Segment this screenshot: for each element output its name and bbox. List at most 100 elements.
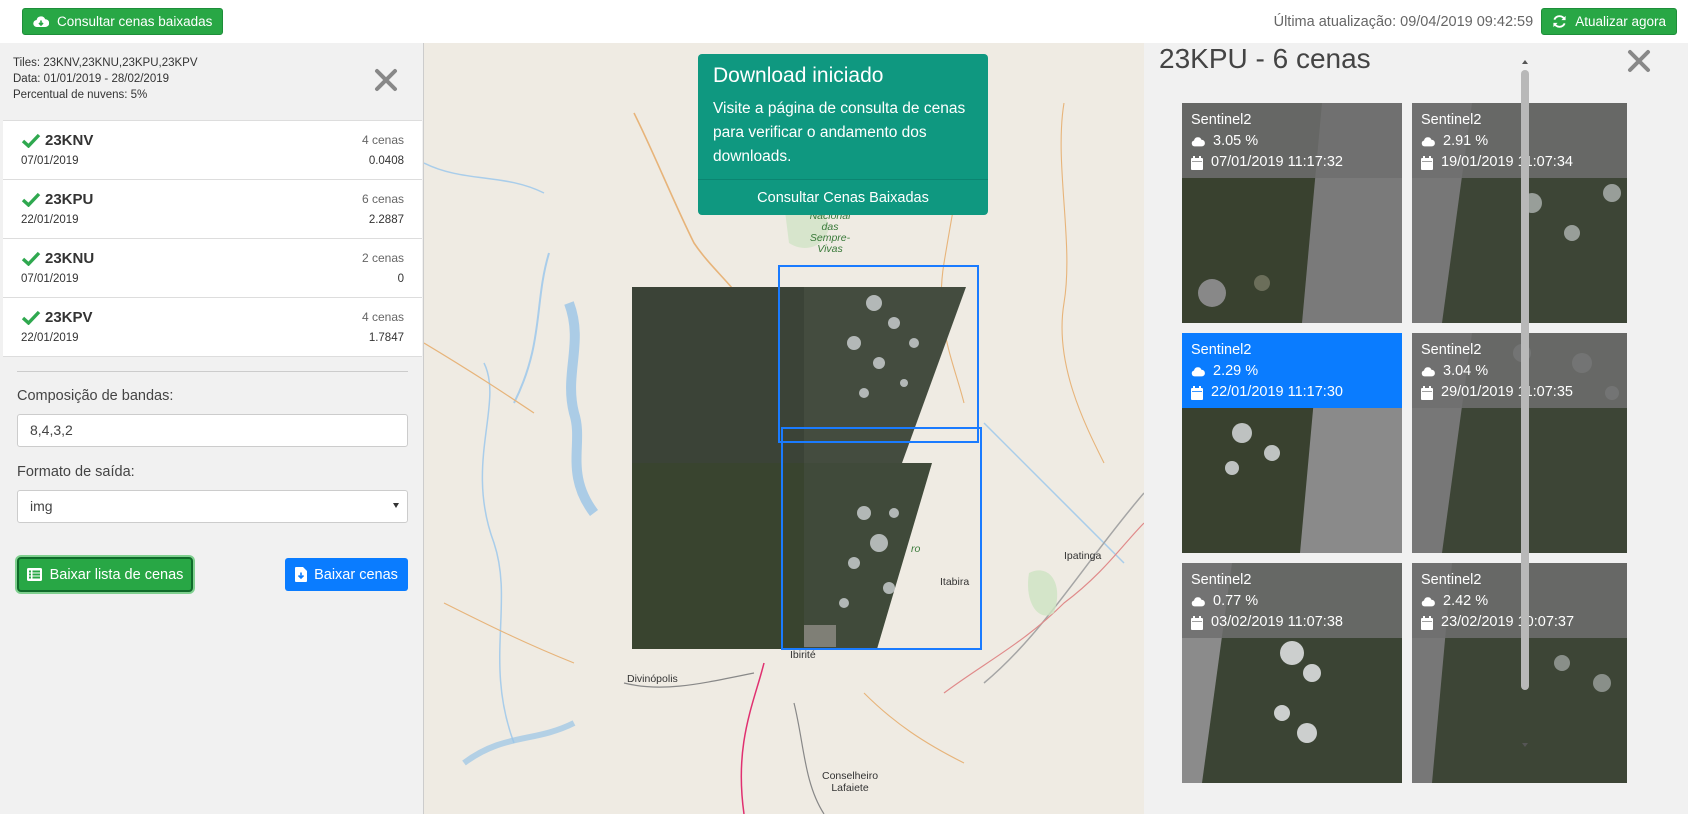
- filter-date: Data: 01/01/2019 - 28/02/2019: [13, 73, 170, 85]
- left-panel: Tiles: 23KNV,23KNU,23KPU,23KPV Data: 01/…: [0, 43, 424, 814]
- divider: [17, 371, 408, 372]
- tile-scene-count: 4 cenas: [361, 133, 404, 147]
- toast-title: Download iniciado: [713, 64, 884, 87]
- tile-item-23knv[interactable]: 23KNV 07/01/2019 4 cenas 0.0408: [3, 121, 422, 180]
- tile-scene-count: 4 cenas: [361, 310, 404, 324]
- cloud-icon: [1421, 366, 1435, 376]
- calendar-icon: [1191, 385, 1203, 400]
- scene-card[interactable]: Sentinel2 3.05 % 07/01/2019 11:17:32: [1182, 103, 1402, 323]
- park-label-line3: Vivas: [817, 243, 843, 255]
- close-icon[interactable]: [372, 66, 400, 94]
- bands-value: 8,4,3,2: [30, 422, 73, 438]
- cloud-icon: [1191, 366, 1205, 376]
- scene-cloud: 2.42 %: [1443, 593, 1489, 609]
- check-icon: [21, 192, 41, 207]
- tile-list: 23KNV 07/01/2019 4 cenas 0.0408 23KPU 22…: [3, 121, 422, 357]
- bands-label: Composição de bandas:: [17, 388, 174, 404]
- tile-value: 0: [397, 273, 404, 285]
- scene-datetime: 19/01/2019 11:07:34: [1441, 154, 1573, 170]
- cloud-icon: [1421, 136, 1435, 146]
- city-label-ipatinga: Ipatinga: [1064, 550, 1102, 562]
- filter-clouds: Percentual de nuvens: 5%: [13, 89, 148, 101]
- caret-down-icon: [393, 503, 399, 508]
- scene-datetime: 23/02/2019 10:07:37: [1441, 614, 1575, 630]
- calendar-icon: [1421, 615, 1433, 630]
- calendar-icon: [1191, 615, 1203, 630]
- filter-tiles: Tiles: 23KNV,23KNU,23KPU,23KPV: [13, 57, 198, 69]
- download-scenes-label: Baixar cenas: [314, 566, 398, 583]
- city-label-divinopolis: Divinópolis: [627, 673, 678, 685]
- tile-item-23kpv[interactable]: 23KPV 22/01/2019 4 cenas 1.7847: [3, 298, 422, 357]
- tile-value: 0.0408: [368, 155, 404, 167]
- scene-datetime: 03/02/2019 11:07:38: [1211, 614, 1343, 630]
- scene-cloud: 0.77 %: [1213, 593, 1259, 609]
- tile-name: 23KPU: [45, 191, 94, 208]
- format-value: img: [30, 498, 53, 514]
- scene-datetime: 29/01/2019 11:07:35: [1441, 384, 1573, 400]
- tile-name: 23KPV: [45, 309, 93, 326]
- downloaded-scenes-button[interactable]: Consultar cenas baixadas: [22, 8, 224, 35]
- refresh-button[interactable]: Atualizar agora: [1541, 8, 1677, 35]
- scene-satellite: Sentinel2: [1191, 342, 1252, 358]
- toast-body: Visite a página de consulta de cenas par…: [713, 100, 966, 165]
- city-label-itabira: Itabira: [940, 576, 970, 588]
- scene-satellite: Sentinel2: [1191, 572, 1252, 588]
- download-scenes-button[interactable]: Baixar cenas: [285, 558, 408, 591]
- city-label-conselheiro: Conselheiro: [822, 770, 879, 782]
- check-icon: [21, 251, 41, 266]
- refresh-label: Atualizar agora: [1575, 14, 1666, 29]
- cloud-icon: [1421, 596, 1435, 606]
- check-icon: [21, 133, 41, 148]
- format-select[interactable]: img: [17, 490, 408, 523]
- scene-cloud: 2.91 %: [1443, 133, 1489, 149]
- refresh-icon: [1553, 15, 1566, 28]
- tile-value: 1.7847: [368, 332, 404, 344]
- check-icon: [21, 310, 41, 325]
- calendar-icon: [1191, 155, 1203, 170]
- download-list-label: Baixar lista de cenas: [49, 566, 184, 583]
- city-label-ibirite: Ibirité: [790, 649, 816, 661]
- tile-date: 07/01/2019: [21, 155, 79, 167]
- tile-scene-count: 6 cenas: [361, 192, 404, 206]
- downloaded-scenes-label: Consultar cenas baixadas: [57, 14, 213, 29]
- scene-card-selected[interactable]: Sentinel2 2.29 % 22/01/2019 11:17:30: [1182, 333, 1402, 553]
- cloud-icon: [1191, 596, 1205, 606]
- scene-card[interactable]: Sentinel2 0.77 % 03/02/2019 11:07:38: [1182, 563, 1402, 783]
- tile-item-23knu[interactable]: 23KNU 07/01/2019 2 cenas 0: [3, 239, 422, 298]
- scene-grid: Sentinel2 3.05 % 07/01/2019 11:17:32 Sen…: [1182, 103, 1627, 797]
- tile-name: 23KNV: [45, 132, 94, 149]
- close-icon[interactable]: [1626, 48, 1652, 74]
- download-list-button[interactable]: Baixar lista de cenas: [17, 557, 193, 592]
- calendar-icon: [1421, 155, 1433, 170]
- file-download-icon: [295, 567, 308, 582]
- tile-scene-count: 2 cenas: [361, 251, 404, 265]
- scenes-panel-title: 23KPU - 6 cenas: [1159, 43, 1371, 74]
- bands-input[interactable]: 8,4,3,2: [17, 414, 408, 447]
- tile-date: 22/01/2019: [21, 332, 79, 344]
- scene-cloud: 3.04 %: [1443, 363, 1489, 379]
- cloud-download-icon: [33, 15, 49, 27]
- scene-datetime: 22/01/2019 11:17:30: [1211, 384, 1343, 400]
- city-label-lafaiete: Lafaiete: [831, 782, 869, 794]
- scene-datetime: 07/01/2019 11:17:32: [1211, 154, 1343, 170]
- tile-item-23kpu[interactable]: 23KPU 22/01/2019 6 cenas 2.2887: [3, 180, 422, 239]
- scene-satellite: Sentinel2: [1191, 112, 1252, 128]
- map-label-ro: ro: [911, 543, 921, 555]
- scene-cloud: 3.05 %: [1213, 133, 1259, 149]
- filter-summary: Tiles: 23KNV,23KNU,23KPU,23KPV Data: 01/…: [3, 43, 422, 121]
- calendar-icon: [1421, 385, 1433, 400]
- download-started-toast: Download iniciado Visite a página de con…: [698, 54, 988, 215]
- scene-cloud: 2.29 %: [1213, 363, 1259, 379]
- toast-action-link[interactable]: Consultar Cenas Baixadas: [698, 179, 988, 215]
- scenes-scrollbar[interactable]: [1517, 60, 1533, 754]
- format-label: Formato de saída:: [17, 464, 135, 480]
- top-bar: Consultar cenas baixadas Última atualiza…: [0, 0, 1688, 43]
- last-update-text: Última atualização: 09/04/2019 09:42:59: [1273, 13, 1534, 30]
- cloud-icon: [1191, 136, 1205, 146]
- tile-value: 2.2887: [368, 214, 404, 226]
- park-label-line2: das Sempre-: [809, 221, 851, 244]
- tile-date: 22/01/2019: [21, 214, 79, 226]
- tile-name: 23KNU: [45, 250, 95, 267]
- list-icon: [26, 568, 42, 581]
- scenes-panel: 23KPU - 6 cenas Sentinel2 3.05 % 07/01/2…: [1144, 43, 1688, 814]
